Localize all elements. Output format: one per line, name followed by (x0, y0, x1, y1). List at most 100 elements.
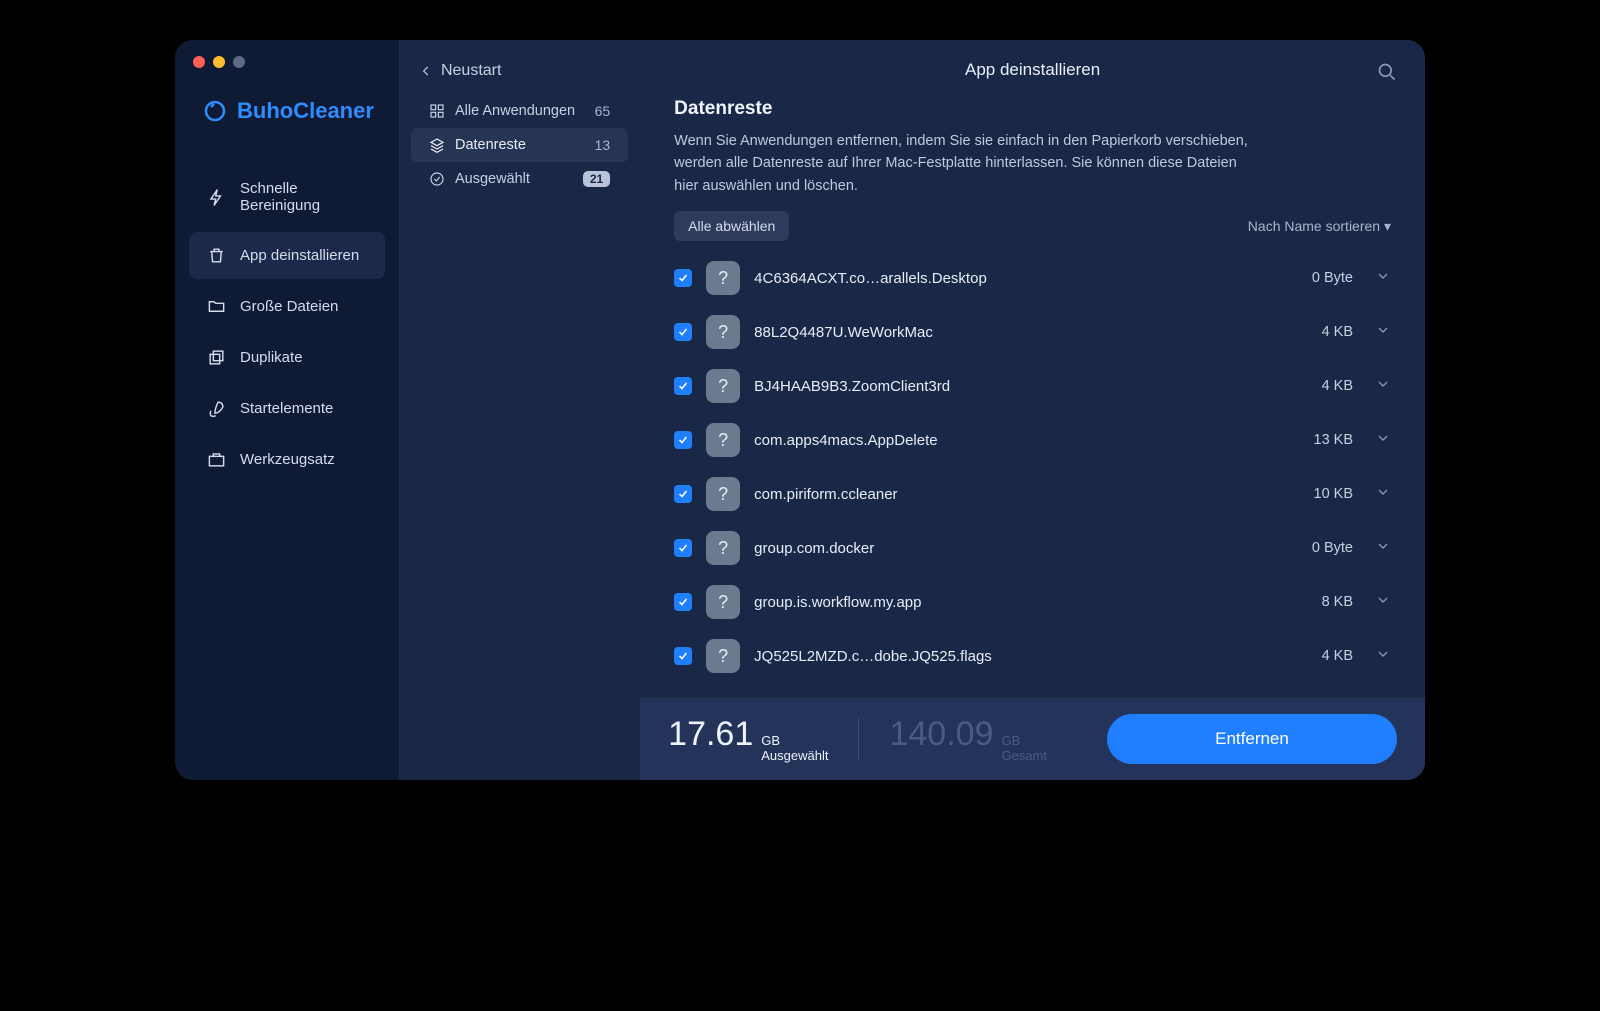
filter-count-badge: 21 (583, 171, 610, 187)
search-icon (1377, 62, 1397, 82)
unknown-app-icon: ? (706, 369, 740, 403)
checkbox[interactable] (674, 269, 692, 287)
checkbox[interactable] (674, 593, 692, 611)
unknown-app-icon: ? (706, 585, 740, 619)
expand-button[interactable] (1375, 538, 1391, 559)
item-size: 8 KB (1322, 594, 1353, 610)
expand-button[interactable] (1375, 430, 1391, 451)
item-size: 4 KB (1322, 648, 1353, 664)
nav-label: Werkzeugsatz (240, 451, 335, 468)
item-name: JQ525L2MZD.c…dobe.JQ525.flags (754, 648, 1307, 665)
list-item[interactable]: ? 88L2Q4487U.WeWorkMac 4 KB (674, 305, 1391, 359)
expand-button[interactable] (1375, 646, 1391, 667)
filter-leftovers[interactable]: Datenreste 13 (411, 128, 628, 162)
total-size-value: 140.09 (889, 715, 993, 754)
stat-selected: 17.61 GB Ausgewählt (668, 715, 828, 764)
selected-size-unit: GB (761, 734, 828, 749)
item-name: com.piriform.ccleaner (754, 486, 1299, 503)
rocket-icon (207, 399, 226, 418)
list-item[interactable]: ? BJ4HAAB9B3.ZoomClient3rd 4 KB (674, 359, 1391, 413)
check-icon (677, 434, 689, 446)
item-size: 4 KB (1322, 378, 1353, 394)
sort-dropdown[interactable]: Nach Name sortieren ▾ (1248, 218, 1391, 235)
nav-label: Große Dateien (240, 298, 338, 315)
checkbox[interactable] (674, 323, 692, 341)
page-title: App deinstallieren (965, 60, 1100, 80)
nav-label: App deinstallieren (240, 247, 359, 264)
filter-selected[interactable]: Ausgewählt 21 (411, 162, 628, 196)
check-icon (677, 650, 689, 662)
chevron-down-icon (1375, 538, 1391, 554)
item-size: 0 Byte (1312, 540, 1353, 556)
check-icon (677, 488, 689, 500)
chevron-down-icon (1375, 646, 1391, 662)
filter-all-apps[interactable]: Alle Anwendungen 65 (411, 94, 628, 128)
unknown-app-icon: ? (706, 531, 740, 565)
item-name: group.com.docker (754, 540, 1298, 557)
selected-size-value: 17.61 (668, 715, 753, 754)
list-item[interactable]: ? group.is.workflow.my.app 8 KB (674, 575, 1391, 629)
nav-startup[interactable]: Startelemente (189, 385, 385, 432)
app-window: BuhoCleaner Schnelle Bereinigung App dei… (175, 40, 1425, 780)
checkbox[interactable] (674, 539, 692, 557)
duplicates-icon (207, 348, 226, 367)
checkbox[interactable] (674, 647, 692, 665)
divider (858, 718, 859, 760)
item-name: com.apps4macs.AppDelete (754, 432, 1299, 449)
nav-uninstall[interactable]: App deinstallieren (189, 232, 385, 279)
unknown-app-icon: ? (706, 315, 740, 349)
nav-label: Duplikate (240, 349, 303, 366)
item-size: 0 Byte (1312, 270, 1353, 286)
app-logo: BuhoCleaner (175, 98, 399, 164)
unknown-app-icon: ? (706, 639, 740, 673)
toolbox-icon (207, 450, 226, 469)
window-controls (175, 56, 399, 98)
list-item[interactable]: ? 4C6364ACXT.co…arallels.Desktop 0 Byte (674, 251, 1391, 305)
chevron-down-icon (1375, 484, 1391, 500)
check-icon (677, 326, 689, 338)
item-name: BJ4HAAB9B3.ZoomClient3rd (754, 378, 1307, 395)
deselect-all-button[interactable]: Alle abwählen (674, 211, 789, 241)
list-item[interactable]: ? JQ525L2MZD.c…dobe.JQ525.flags 4 KB (674, 629, 1391, 683)
filter-count: 65 (595, 103, 611, 119)
nav-large-files[interactable]: Große Dateien (189, 283, 385, 330)
expand-button[interactable] (1375, 322, 1391, 343)
minimize-window-button[interactable] (213, 56, 225, 68)
filter-label: Ausgewählt (455, 171, 530, 187)
filter-label: Alle Anwendungen (455, 103, 575, 119)
layers-icon (429, 137, 445, 153)
back-button[interactable]: Neustart (399, 40, 640, 94)
nav-quick-clean[interactable]: Schnelle Bereinigung (189, 166, 385, 228)
list-item[interactable]: ? com.apps4macs.AppDelete 13 KB (674, 413, 1391, 467)
search-button[interactable] (1377, 62, 1397, 87)
item-size: 4 KB (1322, 324, 1353, 340)
chevron-down-icon (1375, 430, 1391, 446)
expand-button[interactable] (1375, 592, 1391, 613)
chevron-down-icon (1375, 592, 1391, 608)
close-window-button[interactable] (193, 56, 205, 68)
nav-duplicates[interactable]: Duplikate (189, 334, 385, 381)
maximize-window-button[interactable] (233, 56, 245, 68)
item-size: 10 KB (1314, 486, 1354, 502)
unknown-app-icon: ? (706, 477, 740, 511)
list-toolbar: Alle abwählen Nach Name sortieren ▾ (674, 211, 1391, 241)
expand-button[interactable] (1375, 268, 1391, 289)
section-title: Datenreste (674, 98, 1391, 120)
remove-button[interactable]: Entfernen (1107, 714, 1397, 764)
unknown-app-icon: ? (706, 261, 740, 295)
checkbox[interactable] (674, 485, 692, 503)
main-header: App deinstallieren (640, 40, 1425, 90)
footer-bar: 17.61 GB Ausgewählt 140.09 GB Gesamt Ent… (640, 698, 1425, 780)
checkbox[interactable] (674, 431, 692, 449)
nav-toolbox[interactable]: Werkzeugsatz (189, 436, 385, 483)
list-item[interactable]: ? com.piriform.ccleaner 10 KB (674, 467, 1391, 521)
folder-icon (207, 297, 226, 316)
chevron-down-icon (1375, 376, 1391, 392)
total-size-unit: GB (1001, 734, 1047, 749)
file-list: ? 4C6364ACXT.co…arallels.Desktop 0 Byte … (674, 251, 1391, 698)
list-item[interactable]: ? group.com.docker 0 Byte (674, 521, 1391, 575)
expand-button[interactable] (1375, 484, 1391, 505)
checkbox[interactable] (674, 377, 692, 395)
filter-column: Neustart Alle Anwendungen 65 Datenreste … (399, 40, 640, 780)
expand-button[interactable] (1375, 376, 1391, 397)
